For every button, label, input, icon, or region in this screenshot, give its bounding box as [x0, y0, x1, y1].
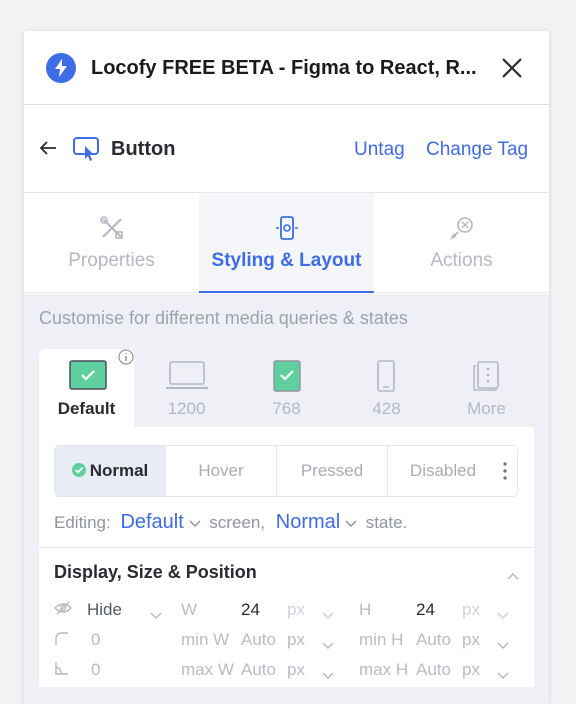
- device-label: 768: [272, 399, 301, 418]
- state-disabled[interactable]: Disabled: [388, 446, 498, 496]
- title-bar: Locofy FREE BETA - Figma to React, R...: [24, 31, 549, 105]
- tools-icon: [98, 214, 126, 242]
- max-height-unit[interactable]: px: [462, 660, 480, 680]
- chevron-down-icon: [322, 605, 334, 620]
- device-more[interactable]: More: [439, 349, 534, 427]
- width-unit[interactable]: px: [287, 600, 305, 620]
- height-input[interactable]: 24: [416, 600, 435, 620]
- tab-styling-layout[interactable]: Styling & Layout: [199, 193, 374, 293]
- chevron-down-icon: [189, 513, 201, 533]
- eye-hidden-icon: [54, 600, 72, 620]
- state-more-icon[interactable]: [502, 461, 508, 486]
- size-row-max: 0 max W Auto px max H Auto px: [39, 657, 534, 683]
- tag-name: Button: [111, 138, 176, 160]
- styling-body: Customise for different media queries & …: [24, 294, 549, 704]
- min-height-unit[interactable]: px: [462, 630, 480, 650]
- max-width-label: max W: [181, 660, 234, 679]
- close-icon[interactable]: [499, 55, 525, 81]
- min-height-input[interactable]: Auto: [416, 630, 451, 650]
- state-suffix: state.: [365, 513, 408, 532]
- tab-properties[interactable]: Properties: [24, 193, 199, 293]
- section-title: Display, Size & Position: [54, 562, 257, 582]
- customise-hint: Customise for different media queries & …: [39, 308, 408, 328]
- min-width-label: min W: [181, 630, 230, 649]
- state-label: Pressed: [300, 461, 364, 480]
- phone-icon: [376, 360, 396, 397]
- chevron-down-icon: [497, 665, 509, 680]
- device-label: 428: [372, 399, 401, 418]
- screen-value: Default: [120, 511, 184, 533]
- locofy-plugin-panel: Locofy FREE BETA - Figma to React, R... …: [24, 31, 549, 704]
- laptop-icon: [165, 360, 209, 397]
- untag-link[interactable]: Untag: [354, 139, 405, 161]
- height-label: H: [359, 600, 372, 619]
- tab-label: Properties: [68, 250, 155, 271]
- corner-radius-input[interactable]: 0: [91, 630, 100, 650]
- chevron-down-icon: [497, 605, 509, 620]
- chevron-down-icon: [497, 635, 509, 650]
- tab-label: Styling & Layout: [211, 250, 362, 271]
- desktop-checked-icon: [69, 360, 107, 397]
- editing-line: Editing: Default screen, Normal state.: [54, 511, 407, 537]
- state-normal[interactable]: Normal: [55, 446, 165, 496]
- info-icon[interactable]: [118, 349, 134, 365]
- angle-icon: [54, 660, 68, 680]
- state-editor-card: Normal Hover Pressed Disabled Editing: D…: [39, 427, 534, 687]
- state-label: Disabled: [409, 461, 477, 480]
- divider: [39, 547, 534, 548]
- chevron-down-icon: [345, 513, 357, 533]
- cursor-click-icon: [448, 214, 476, 242]
- max-width-unit[interactable]: px: [287, 660, 305, 680]
- device-428[interactable]: 428: [339, 349, 434, 427]
- state-selector: Normal Hover Pressed Disabled: [54, 445, 518, 497]
- window-title: Locofy FREE BETA - Figma to React, R...: [91, 57, 477, 79]
- phone-touch-icon: [273, 214, 301, 242]
- check-circle-icon: [71, 463, 86, 477]
- button-tag-icon: [72, 135, 102, 163]
- tab-actions[interactable]: Actions: [374, 193, 549, 293]
- angle-input[interactable]: 0: [91, 660, 100, 680]
- screen-dropdown[interactable]: Default: [120, 511, 183, 534]
- chevron-down-icon: [322, 665, 334, 680]
- tab-label: Actions: [430, 250, 493, 271]
- device-1200[interactable]: 1200: [139, 349, 234, 427]
- min-height-label: min H: [359, 630, 404, 649]
- chevron-down-icon: [322, 635, 334, 650]
- bolt-icon: [46, 53, 76, 83]
- device-selector: Default 1200 768 428 More: [39, 349, 534, 427]
- more-icon: [472, 360, 500, 397]
- max-height-input[interactable]: Auto: [416, 660, 451, 680]
- back-arrow-icon[interactable]: [38, 138, 58, 158]
- device-default[interactable]: Default: [39, 349, 134, 427]
- state-label: Normal: [89, 461, 149, 480]
- size-row-width-height: Hide W 24 px H 24 px: [39, 597, 534, 623]
- min-width-input[interactable]: Auto: [241, 630, 276, 650]
- change-tag-link[interactable]: Change Tag: [426, 139, 528, 161]
- width-input[interactable]: 24: [241, 600, 260, 620]
- state-dropdown[interactable]: Normal: [276, 511, 340, 534]
- state-pressed[interactable]: Pressed: [277, 446, 387, 496]
- chevron-up-icon[interactable]: [507, 567, 519, 585]
- visibility-select[interactable]: Hide: [87, 600, 122, 620]
- height-unit[interactable]: px: [462, 600, 480, 620]
- chevron-down-icon: [150, 605, 162, 620]
- screen-suffix: screen,: [209, 513, 266, 532]
- device-768[interactable]: 768: [239, 349, 334, 427]
- corner-radius-icon: [54, 630, 68, 650]
- min-width-unit[interactable]: px: [287, 630, 305, 650]
- width-label: W: [181, 600, 198, 619]
- device-label: 1200: [167, 399, 206, 418]
- state-hover[interactable]: Hover: [166, 446, 276, 496]
- max-width-input[interactable]: Auto: [241, 660, 276, 680]
- size-row-min: 0 min W Auto px min H Auto px: [39, 627, 534, 653]
- state-value: Normal: [275, 511, 341, 533]
- state-label: Hover: [198, 461, 244, 480]
- tag-bar: Button Untag Change Tag: [24, 105, 549, 193]
- max-height-label: max H: [359, 660, 409, 679]
- device-label: More: [467, 399, 506, 418]
- tablet-checked-icon: [273, 360, 301, 397]
- tab-bar: Properties Styling & Layout Actions: [24, 193, 549, 293]
- editing-prefix: Editing:: [54, 513, 111, 532]
- device-label: Default: [57, 399, 116, 418]
